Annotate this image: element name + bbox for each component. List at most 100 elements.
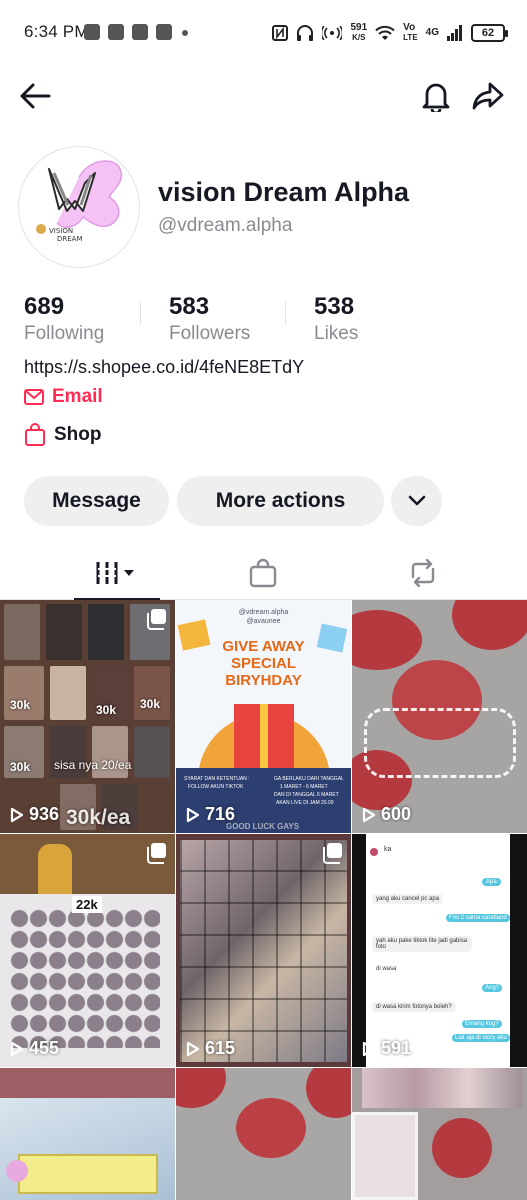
poster-terms: DAN DI TANGGAL 6 MARET bbox=[274, 792, 339, 798]
chat-message: Apa bbox=[482, 878, 501, 886]
sticker-frame bbox=[364, 708, 516, 778]
caption-text: 30k/ea bbox=[66, 806, 131, 829]
email-link[interactable]: Email bbox=[24, 386, 103, 408]
video-thumbnail[interactable]: 600 bbox=[352, 600, 527, 833]
poster-terms: AKAN LIVE DI JAM 20.00 bbox=[276, 800, 334, 806]
likes-count: 538 bbox=[314, 293, 355, 320]
bio-link[interactable]: https://s.shopee.co.id/4feNE8ETdY bbox=[24, 357, 304, 378]
following-stat[interactable]: 689 Following bbox=[24, 293, 104, 345]
svg-text:VISION: VISION bbox=[49, 227, 73, 235]
notification-icon bbox=[84, 24, 100, 40]
fabric-pattern bbox=[306, 1068, 351, 1118]
battery-icon: 62 bbox=[471, 24, 508, 42]
photocard bbox=[46, 604, 82, 660]
share-button[interactable] bbox=[468, 76, 508, 116]
video-thumbnail[interactable]: 615 bbox=[176, 834, 351, 1067]
play-icon bbox=[186, 1041, 200, 1056]
likes-stat: 538 Likes bbox=[314, 293, 358, 345]
video-thumbnail[interactable]: @vdream.alpha @avaunee GIVE AWAY SPECIAL… bbox=[176, 600, 351, 833]
display-name: vision Dream Alpha bbox=[158, 177, 410, 207]
message-button-label: Message bbox=[52, 489, 141, 512]
poster-terms: GA BERLAKU DARI TANGGAL bbox=[274, 776, 344, 782]
video-thumbnail[interactable]: ka Apa yang aku cancel pc apa Fmi 2 sama… bbox=[352, 834, 527, 1067]
followers-stat[interactable]: 583 Followers bbox=[169, 293, 250, 345]
volte-indicator: Vo LTE bbox=[403, 22, 418, 43]
shopping-bag-icon bbox=[249, 558, 277, 588]
tab-videos[interactable] bbox=[67, 546, 167, 600]
poster-terms: 1 MARET - 6 MARET bbox=[280, 784, 328, 790]
fabric-pattern bbox=[452, 600, 527, 650]
price-label: 22k bbox=[72, 896, 102, 913]
play-icon bbox=[10, 1041, 24, 1056]
horse-figurine bbox=[38, 844, 72, 900]
suggested-accounts-button[interactable] bbox=[391, 476, 442, 526]
poster-terms: SYARAT DAN KETENTUAN : bbox=[184, 776, 250, 782]
multi-photo-icon bbox=[147, 843, 166, 864]
notification-icon bbox=[156, 24, 172, 40]
chat-message: ka bbox=[384, 846, 392, 853]
view-count: 936 bbox=[10, 804, 59, 825]
network-type: 4G bbox=[425, 27, 439, 38]
card-sleeve bbox=[18, 1154, 158, 1194]
view-count: 600 bbox=[362, 804, 411, 825]
shopping-bag-icon bbox=[25, 423, 45, 446]
photocard-collection bbox=[180, 840, 347, 1062]
play-icon bbox=[10, 807, 24, 822]
caption-text: sisa nya 20/ea bbox=[54, 758, 132, 772]
likes-label: Likes bbox=[314, 323, 359, 344]
gift-ribbon bbox=[260, 704, 268, 776]
poster-title: GIVE AWAY SPECIAL BIRYHDAY bbox=[222, 638, 305, 689]
photocard bbox=[134, 666, 170, 720]
chat-message: Ang? bbox=[482, 984, 503, 992]
signal-icon bbox=[447, 25, 462, 41]
fabric-pattern bbox=[236, 1098, 306, 1158]
video-thumbnail[interactable] bbox=[0, 1068, 175, 1200]
poster-handle: @vdream.alpha bbox=[238, 609, 289, 616]
tab-shop[interactable] bbox=[213, 546, 313, 600]
nfc-icon bbox=[272, 25, 289, 41]
following-label: Following bbox=[24, 323, 105, 344]
more-actions-button[interactable]: More actions bbox=[177, 476, 384, 526]
username: @vdream.alpha bbox=[158, 215, 293, 236]
video-thumbnail[interactable] bbox=[176, 1068, 351, 1200]
chat-message: Liat aja di story aku bbox=[452, 1034, 510, 1042]
followers-count: 583 bbox=[169, 293, 210, 320]
repost-icon bbox=[411, 559, 435, 587]
status-time: 6:34 PM bbox=[24, 22, 89, 41]
video-thumbnail[interactable] bbox=[352, 1068, 527, 1200]
headset-icon bbox=[297, 25, 314, 41]
poster-terms: FOLLOW AKUN TIKTOK bbox=[188, 784, 244, 790]
video-thumbnail[interactable]: 22k 455 bbox=[0, 834, 175, 1067]
fabric-pattern bbox=[432, 1118, 492, 1178]
photocard bbox=[88, 604, 124, 660]
chat-message: yah aku pake tiktok lite jadi gabisa fot… bbox=[372, 936, 472, 952]
fabric-pattern bbox=[176, 1068, 226, 1108]
notification-icon bbox=[132, 24, 148, 40]
tab-reposts[interactable] bbox=[373, 546, 473, 600]
video-thumbnail[interactable]: 30k 30k 30k 30k sisa nya 20/ea 30k/ea 93… bbox=[0, 600, 175, 833]
stat-divider bbox=[285, 302, 286, 324]
multi-photo-icon bbox=[147, 609, 166, 630]
message-button[interactable]: Message bbox=[24, 476, 169, 526]
price-label: 30k bbox=[140, 697, 161, 711]
notification-bell-button[interactable] bbox=[416, 76, 456, 116]
chat-message: di wasa kirim fotonya boleh? bbox=[372, 1002, 456, 1012]
photocard-row bbox=[362, 1068, 522, 1108]
followers-label: Followers bbox=[169, 323, 251, 344]
price-label: 30k bbox=[10, 760, 31, 774]
chevron-down-icon bbox=[408, 495, 425, 506]
back-button[interactable] bbox=[15, 76, 55, 116]
shop-link[interactable]: Shop bbox=[24, 423, 102, 447]
view-count: 615 bbox=[186, 1038, 235, 1059]
play-icon bbox=[186, 807, 200, 822]
photocard bbox=[134, 726, 170, 778]
email-label: Email bbox=[52, 386, 103, 407]
poster-footer-text: GOOD LUCK GAYS bbox=[226, 822, 300, 831]
stat-divider bbox=[140, 302, 141, 324]
avatar[interactable]: VISION DREAM bbox=[18, 146, 140, 268]
view-count: 591 bbox=[362, 1038, 411, 1059]
chat-avatar bbox=[370, 848, 378, 856]
chat-message: Emang kng? bbox=[462, 1020, 502, 1028]
view-count: 716 bbox=[186, 804, 235, 825]
chat-message: Fmi 2 sama caratland bbox=[446, 914, 510, 922]
